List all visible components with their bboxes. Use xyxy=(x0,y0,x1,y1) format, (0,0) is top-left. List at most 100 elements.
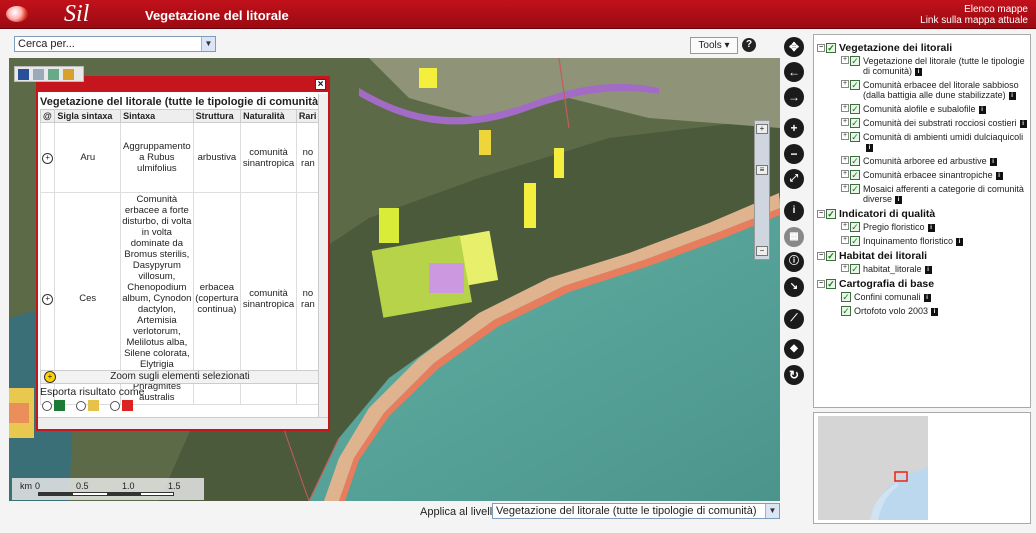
layer-checkbox[interactable]: ✓ xyxy=(850,156,860,166)
layer-item[interactable]: + ✓ Pregio floristico i xyxy=(841,222,1027,232)
collapse-icon[interactable]: − xyxy=(817,280,825,288)
layer-item[interactable]: + ✓ Comunità alofile e subalofile i xyxy=(841,104,1027,114)
column-header[interactable]: Naturalità xyxy=(240,109,297,123)
export-pdf-radio[interactable] xyxy=(110,400,120,411)
export-pdf-option[interactable] xyxy=(110,400,133,411)
layer-item[interactable]: + ✓ Inquinamento floristico i xyxy=(841,236,1027,246)
apply-layer-select[interactable]: Vegetazione del litorale (tutte le tipol… xyxy=(492,503,780,519)
tools-dropdown[interactable]: Tools ▾ xyxy=(690,37,738,54)
expand-icon[interactable]: + xyxy=(841,264,849,272)
export-excel-radio[interactable] xyxy=(42,400,52,411)
full-extent-icon[interactable]: ⤢ xyxy=(784,169,804,189)
info-icon[interactable]: i xyxy=(1019,119,1027,128)
layer-group-header[interactable]: − ✓ Vegetazione dei litorali xyxy=(817,42,1027,54)
pan-icon[interactable]: ✥ xyxy=(784,37,804,57)
close-icon[interactable]: × xyxy=(315,79,326,90)
collapse-icon[interactable]: − xyxy=(817,44,825,52)
measure-icon[interactable]: ⟋ xyxy=(784,309,804,329)
overview-map[interactable] xyxy=(818,416,928,520)
print-icon[interactable] xyxy=(33,69,44,80)
info-icon[interactable]: i xyxy=(923,293,931,302)
info-icon[interactable]: i xyxy=(956,237,964,246)
export-shape-radio[interactable] xyxy=(76,400,86,411)
info-icon[interactable]: i xyxy=(927,223,935,232)
layer-group-header[interactable]: − ✓ Cartografia di base xyxy=(817,278,1027,290)
layer-item[interactable]: + ✓ Mosaici afferenti a categorie di comun… xyxy=(841,184,1027,204)
zoom-slider[interactable]: + ≡ − xyxy=(754,120,770,260)
layer-checkbox[interactable]: ✓ xyxy=(850,184,860,194)
zoom-selected-button[interactable]: + Zoom sugli elementi selezionati xyxy=(40,370,320,384)
select-icon[interactable]: ↘ xyxy=(784,277,804,297)
refresh-icon[interactable]: ↻ xyxy=(784,365,804,385)
horizontal-scrollbar[interactable] xyxy=(38,417,328,429)
table-row[interactable]: + Aru Aggruppamento a Rubus ulmifolius a… xyxy=(39,122,321,193)
zoom-in-icon[interactable]: + xyxy=(784,118,804,138)
layer-checkbox[interactable]: ✓ xyxy=(850,132,860,142)
expand-icon[interactable]: + xyxy=(841,80,849,88)
expand-icon[interactable]: + xyxy=(841,236,849,244)
layer-item[interactable]: + ✓ Comunità erbacee del litorale sabbioso… xyxy=(841,80,1027,100)
chevron-down-icon[interactable]: ▼ xyxy=(201,37,215,51)
expand-icon[interactable]: + xyxy=(841,170,849,178)
expand-icon[interactable]: + xyxy=(841,118,849,126)
info-icon[interactable]: i xyxy=(931,307,939,316)
map-list-link[interactable]: Elenco mappe xyxy=(920,4,1028,15)
expand-icon[interactable]: + xyxy=(841,56,849,64)
export-icon[interactable] xyxy=(63,69,74,80)
zoom-icon[interactable]: + xyxy=(42,293,54,305)
info-icon[interactable]: i xyxy=(915,67,923,76)
zoom-icon[interactable]: + xyxy=(42,152,54,164)
layer-checkbox[interactable]: ✓ xyxy=(850,170,860,180)
layer-item[interactable]: + ✓ Comunità dei substrati rocciosi costie… xyxy=(841,118,1027,128)
column-header[interactable]: Sigla sintaxa xyxy=(54,109,122,123)
zoom-out-small-icon[interactable]: − xyxy=(756,246,768,256)
info-icon[interactable]: ⓘ xyxy=(784,252,804,272)
zoom-in-small-icon[interactable]: + xyxy=(756,124,768,134)
info-icon[interactable]: i xyxy=(895,195,903,204)
column-header[interactable]: Struttura xyxy=(192,109,242,123)
layer-checkbox[interactable]: ✓ xyxy=(826,279,836,289)
back-arrow-icon[interactable]: ← xyxy=(784,62,804,82)
info-icon[interactable]: i xyxy=(1008,91,1016,100)
layer-checkbox[interactable]: ✓ xyxy=(850,118,860,128)
layers-icon[interactable]: ◆ xyxy=(784,339,804,359)
search-select[interactable]: Cerca per... ▼ xyxy=(14,36,216,52)
layer-group-header[interactable]: − ✓ Indicatori di qualità xyxy=(817,208,1027,220)
layer-checkbox[interactable]: ✓ xyxy=(826,209,836,219)
info-icon[interactable]: i xyxy=(989,157,997,166)
layer-item[interactable]: + ✓ Comunità arboree ed arbustive i xyxy=(841,156,1027,166)
layer-item[interactable]: + ✓ habitat_litorale i xyxy=(841,264,1027,274)
identify-icon[interactable]: i xyxy=(784,201,804,221)
copy-icon[interactable] xyxy=(48,69,59,80)
expand-icon[interactable]: + xyxy=(841,222,849,230)
info-icon[interactable]: i xyxy=(924,265,932,274)
info-icon[interactable]: i xyxy=(866,143,873,152)
layer-item[interactable]: ✓ Ortofoto volo 2003 i xyxy=(841,306,1027,316)
row-zoom-cell[interactable]: + xyxy=(39,122,56,193)
layer-checkbox[interactable]: ✓ xyxy=(850,56,860,66)
export-excel-option[interactable] xyxy=(42,400,65,411)
layer-item[interactable]: + ✓ Comunità di ambienti umidi dulciaquico… xyxy=(841,132,1027,152)
layer-checkbox[interactable]: ✓ xyxy=(841,292,851,302)
layer-checkbox[interactable]: ✓ xyxy=(826,251,836,261)
expand-icon[interactable]: + xyxy=(841,132,849,140)
chevron-down-icon[interactable]: ▼ xyxy=(765,504,779,518)
zoom-slider-handle[interactable]: ≡ xyxy=(756,165,768,175)
expand-icon[interactable]: + xyxy=(841,156,849,164)
layer-checkbox[interactable]: ✓ xyxy=(850,222,860,232)
help-icon[interactable]: ? xyxy=(742,38,756,52)
forward-arrow-icon[interactable]: → xyxy=(784,87,804,107)
layer-item[interactable]: + ✓ Vegetazione del litorale (tutte le tip… xyxy=(841,56,1027,76)
layer-checkbox[interactable]: ✓ xyxy=(850,104,860,114)
expand-icon[interactable]: + xyxy=(841,104,849,112)
export-shape-option[interactable] xyxy=(76,400,99,411)
layer-group-header[interactable]: − ✓ Habitat dei litorali xyxy=(817,250,1027,262)
info-icon[interactable]: i xyxy=(978,105,986,114)
collapse-icon[interactable]: − xyxy=(817,210,825,218)
collapse-icon[interactable]: − xyxy=(817,252,825,260)
layer-item[interactable]: + ✓ Comunità erbacee sinantropiche i xyxy=(841,170,1027,180)
table-icon[interactable]: ▦ xyxy=(784,227,804,247)
layer-checkbox[interactable]: ✓ xyxy=(850,80,860,90)
layer-checkbox[interactable]: ✓ xyxy=(850,264,860,274)
column-header[interactable]: Rari xyxy=(295,109,321,123)
